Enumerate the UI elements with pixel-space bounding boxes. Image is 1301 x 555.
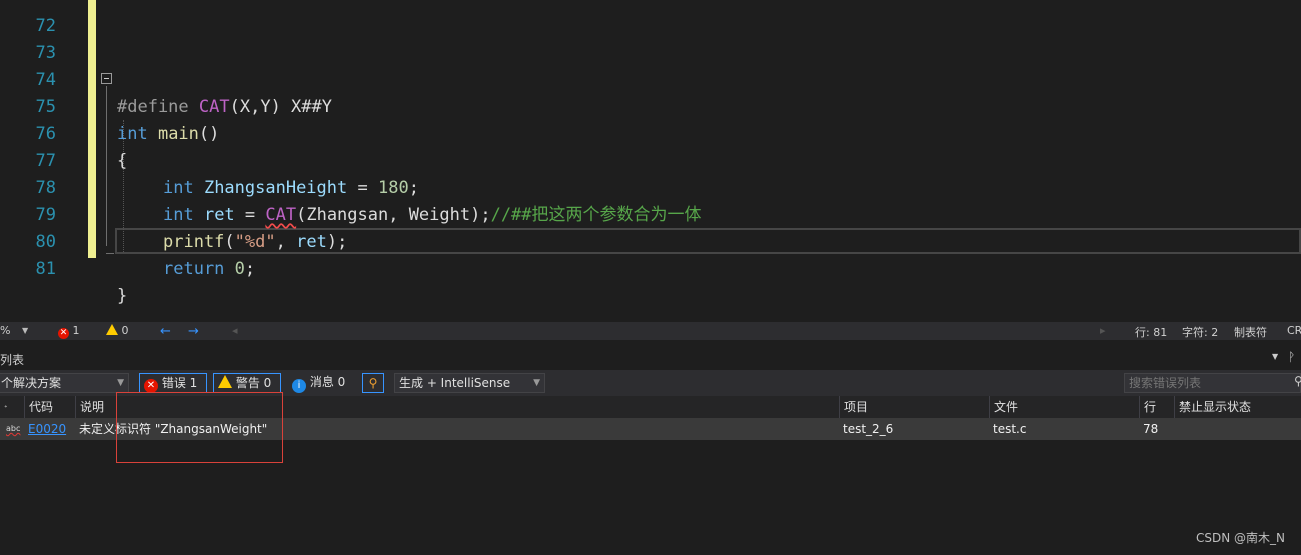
watermark: CSDN @南木_N — [1195, 531, 1285, 545]
chevron-down-icon: ▼ — [533, 378, 540, 388]
column-header-line[interactable]: 行 — [1139, 396, 1174, 418]
search-icon[interactable]: ⚲ — [1294, 374, 1301, 388]
pin-icon[interactable]: ᚹ — [1288, 350, 1295, 364]
scope-label: 个解决方案 — [1, 376, 62, 390]
messages-toggle-label: 消息 0 — [309, 375, 346, 389]
warnings-toggle-label: 警告 0 — [235, 376, 272, 390]
indent-mode[interactable]: 制表符 — [1234, 324, 1267, 340]
cursor-char: 字符: 2 — [1182, 326, 1219, 339]
column-header-code[interactable]: 代码 — [24, 396, 76, 418]
error-icon: ✕ — [58, 328, 69, 339]
code-line: 75 int main() — [0, 67, 1301, 144]
build-filter-dropdown[interactable]: 生成 + IntelliSense ▼ — [394, 373, 545, 393]
code-line: 74 #define CAT(X,Y) X##Y — [0, 40, 1301, 117]
chevron-down-icon[interactable]: ▼ — [22, 326, 28, 335]
navigate-forward-icon[interactable]: → — [188, 324, 199, 339]
code-line: 80 return 0; — [0, 202, 1301, 279]
warning-icon — [106, 324, 118, 335]
scroll-left-icon[interactable]: ◂ — [232, 324, 238, 337]
code-text[interactable]: return 0; — [163, 256, 255, 283]
code-text[interactable]: } — [117, 283, 127, 310]
column-header-file[interactable]: 文件 — [989, 396, 1139, 418]
column-sort-icon[interactable]: ᐩ — [0, 396, 24, 418]
scope-dropdown[interactable]: 个解决方案 ▼ — [0, 373, 129, 393]
line-number: 81 — [35, 259, 56, 279]
intellisense-error-icon: abc — [6, 424, 21, 433]
info-icon: i — [292, 379, 306, 393]
build-filter-label: 生成 + IntelliSense — [399, 376, 511, 390]
error-code-link[interactable]: E0020 — [28, 422, 66, 436]
error-icon: ✕ — [144, 379, 158, 393]
code-editor[interactable]: 72 73 74 #define CAT(X,Y) X##Y 75 int ma… — [0, 0, 1301, 322]
column-header-suppression[interactable]: 禁止显示状态 — [1174, 396, 1301, 418]
filter-icon[interactable]: ⚲ — [362, 373, 384, 393]
navigate-back-icon[interactable]: ← — [160, 324, 171, 339]
row-file: test.c — [993, 422, 1027, 436]
warning-count-indicator[interactable]: 0 — [106, 324, 129, 337]
code-line: 72 — [0, 0, 1301, 36]
warnings-filter-toggle[interactable]: 警告 0 — [213, 373, 281, 393]
editor-status-bar: % ▼ ✕ 1 0 ← → ◂ ▸ 行: 81 字符: 2 制表符 CR — [0, 322, 1301, 340]
column-header-project[interactable]: 项目 — [839, 396, 989, 418]
row-project: test_2_6 — [843, 422, 894, 436]
errors-filter-toggle[interactable]: ✕ 错误 1 — [139, 373, 207, 393]
zoom-level[interactable]: % — [0, 324, 10, 337]
panel-title: 列表 — [0, 353, 25, 367]
code-line: 77 int ZhangsanHeight = 180; — [0, 121, 1301, 198]
row-line: 78 — [1143, 422, 1159, 436]
chevron-down-icon: ▼ — [117, 378, 124, 388]
line-ending[interactable]: CR — [1287, 324, 1301, 337]
search-error-list-input[interactable] — [1124, 373, 1301, 393]
code-line: 81 } — [0, 229, 1301, 306]
scroll-right-icon[interactable]: ▸ — [1100, 324, 1106, 337]
code-line: 76 { — [0, 94, 1301, 171]
warning-icon — [218, 375, 232, 388]
code-line: 79 printf("%d", ret); — [0, 175, 1301, 252]
errors-toggle-label: 错误 1 — [161, 376, 198, 390]
panel-menu-icon[interactable]: ▼ — [1272, 352, 1278, 361]
error-count-indicator[interactable]: ✕ 1 — [58, 324, 80, 339]
error-list-title-bar: 列表 ▼ ᚹ — [0, 348, 1301, 368]
annotation-highlight-box — [116, 392, 283, 463]
code-line: 78 int ret = CAT(Zhangsan, Weight);//##把… — [0, 148, 1301, 225]
row-code[interactable]: E0020 — [24, 418, 75, 440]
code-line: 73 — [0, 13, 1301, 63]
row-suppression — [1174, 418, 1301, 440]
messages-filter-toggle[interactable]: i 消息 0 — [290, 373, 352, 393]
cursor-line: 行: 81 — [1135, 326, 1168, 339]
